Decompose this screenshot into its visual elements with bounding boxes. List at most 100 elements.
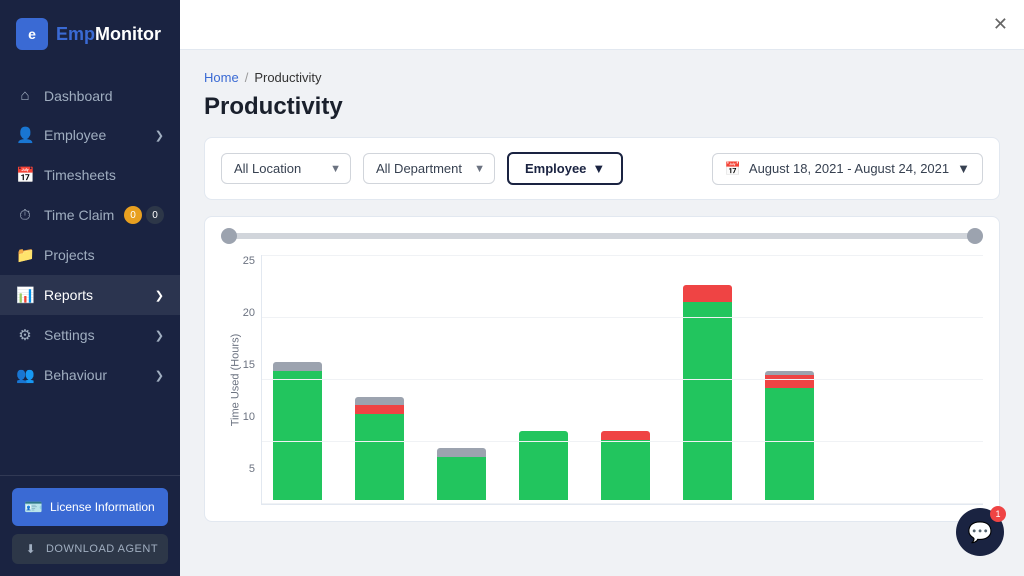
filters-bar: All Location ▼ All Department ▼ Employee… [204, 137, 1000, 200]
bar-red-6 [765, 375, 814, 388]
bar-stack-3[interactable] [519, 431, 568, 500]
y-label-10: 10 [243, 411, 255, 423]
bar-green-4 [601, 440, 650, 500]
sidebar: e EmpMonitor ⌂ Dashboard 👤 Employee ❯ 📅 … [0, 0, 180, 576]
bar-chart: 25 20 15 10 5 Time Used (Ho [221, 255, 983, 505]
chevron-right-icon-behaviour: ❯ [155, 369, 164, 382]
license-label: License Information [50, 500, 155, 514]
y-label-25: 25 [243, 255, 255, 267]
slider-thumb-right[interactable] [967, 228, 983, 244]
bar-group-3 [508, 431, 578, 500]
download-button[interactable]: ⬇ DOWNLOAD AGENT [12, 534, 168, 564]
slider-thumb-left[interactable] [221, 228, 237, 244]
bar-gray-1 [355, 397, 404, 406]
chevron-right-icon: ❯ [155, 129, 164, 142]
behaviour-label: Behaviour [44, 367, 107, 383]
bar-red-5 [683, 285, 732, 302]
chat-icon: 💬 [968, 520, 993, 545]
chart-area [261, 255, 983, 505]
y-label-15: 15 [243, 359, 255, 371]
reports-label: Reports [44, 287, 93, 303]
chevron-right-icon-reports: ❯ [155, 289, 164, 302]
reports-icon: 📊 [16, 286, 34, 304]
license-button[interactable]: 🪪 License Information [12, 488, 168, 526]
logo-icon: e [16, 18, 48, 50]
sidebar-item-projects[interactable]: 📁 Projects [0, 235, 180, 275]
chat-button[interactable]: 💬 1 [956, 508, 1004, 556]
bar-stack-0[interactable] [273, 362, 322, 500]
behaviour-icon: 👥 [16, 366, 34, 384]
bar-green-2 [437, 457, 486, 500]
chart-slider[interactable] [221, 233, 983, 239]
timeclaim-label: Time Claim [44, 207, 114, 223]
department-select[interactable]: All Department [363, 153, 495, 184]
sidebar-item-settings[interactable]: ⚙ Settings ❯ [0, 315, 180, 355]
projects-label: Projects [44, 247, 95, 263]
location-filter-wrapper: All Location ▼ [221, 153, 351, 184]
location-select[interactable]: All Location [221, 153, 351, 184]
breadcrumb-home[interactable]: Home [204, 70, 239, 85]
timesheets-icon: 📅 [16, 166, 34, 184]
grid-line-1 [262, 255, 983, 256]
license-icon: 🪪 [24, 498, 42, 516]
badge-zero-2: 0 [146, 206, 164, 224]
department-filter-wrapper: All Department ▼ [363, 153, 495, 184]
bar-stack-1[interactable] [355, 397, 404, 500]
timeclaim-icon: ⏱ [16, 207, 34, 224]
employee-button-label: Employee [525, 161, 586, 176]
sidebar-nav: ⌂ Dashboard 👤 Employee ❯ 📅 Timesheets ⏱ … [0, 68, 180, 475]
bar-green-3 [519, 431, 568, 500]
badge-container: 0 0 [124, 206, 164, 224]
bar-group-5 [672, 285, 742, 500]
bar-group-2 [426, 448, 496, 500]
y-label-20: 20 [243, 307, 255, 319]
employee-icon: 👤 [16, 126, 34, 144]
y-axis-label: Time Used (Hours) [229, 334, 241, 427]
bar-group-0 [262, 362, 332, 500]
grid-line-3 [262, 379, 983, 380]
employee-dropdown-icon: ▼ [592, 161, 605, 176]
date-range-picker[interactable]: 📅 August 18, 2021 - August 24, 2021 ▼ [712, 153, 983, 185]
bar-green-0 [273, 371, 322, 500]
bar-stack-4[interactable] [601, 431, 650, 500]
sidebar-item-employee[interactable]: 👤 Employee ❯ [0, 115, 180, 155]
breadcrumb-separator: / [245, 70, 249, 85]
download-icon: ⬇ [22, 542, 40, 556]
bar-green-1 [355, 414, 404, 500]
topbar: ✕ [180, 0, 1024, 50]
y-label-5: 5 [249, 463, 255, 475]
sidebar-bottom: 🪪 License Information ⬇ DOWNLOAD AGENT [0, 475, 180, 576]
sidebar-item-timeclaim[interactable]: ⏱ Time Claim 0 0 [0, 195, 180, 235]
main-content: ✕ Home / Productivity Productivity All L… [180, 0, 1024, 576]
chat-badge: 1 [990, 506, 1006, 522]
timesheets-label: Timesheets [44, 167, 116, 183]
close-button[interactable]: ✕ [993, 14, 1008, 35]
sidebar-item-behaviour[interactable]: 👥 Behaviour ❯ [0, 355, 180, 395]
bar-gray-2 [437, 448, 486, 457]
page-title: Productivity [204, 93, 1000, 121]
sidebar-item-timesheets[interactable]: 📅 Timesheets [0, 155, 180, 195]
bar-gray-0 [273, 362, 322, 371]
bar-green-6 [765, 388, 814, 500]
bar-red-1 [355, 405, 404, 414]
breadcrumb-current: Productivity [254, 70, 321, 85]
employee-label: Employee [44, 127, 106, 143]
bar-stack-6[interactable] [765, 371, 814, 500]
sidebar-item-dashboard[interactable]: ⌂ Dashboard [0, 76, 180, 115]
bar-red-4 [601, 431, 650, 440]
bar-stack-5[interactable] [683, 285, 732, 500]
bar-stack-2[interactable] [437, 448, 486, 500]
logo-text: EmpMonitor [56, 24, 161, 45]
grid-line-5 [262, 503, 983, 504]
employee-button[interactable]: Employee ▼ [507, 152, 623, 185]
breadcrumb: Home / Productivity [204, 70, 1000, 85]
download-label: DOWNLOAD AGENT [46, 543, 158, 555]
bar-group-1 [344, 397, 414, 500]
dashboard-label: Dashboard [44, 88, 113, 104]
bar-group-6 [754, 371, 824, 500]
content-area: Home / Productivity Productivity All Loc… [180, 50, 1024, 576]
sidebar-item-reports[interactable]: 📊 Reports ❯ [0, 275, 180, 315]
grid-line-2 [262, 317, 983, 318]
logo: e EmpMonitor [0, 0, 180, 68]
dashboard-icon: ⌂ [16, 87, 34, 104]
